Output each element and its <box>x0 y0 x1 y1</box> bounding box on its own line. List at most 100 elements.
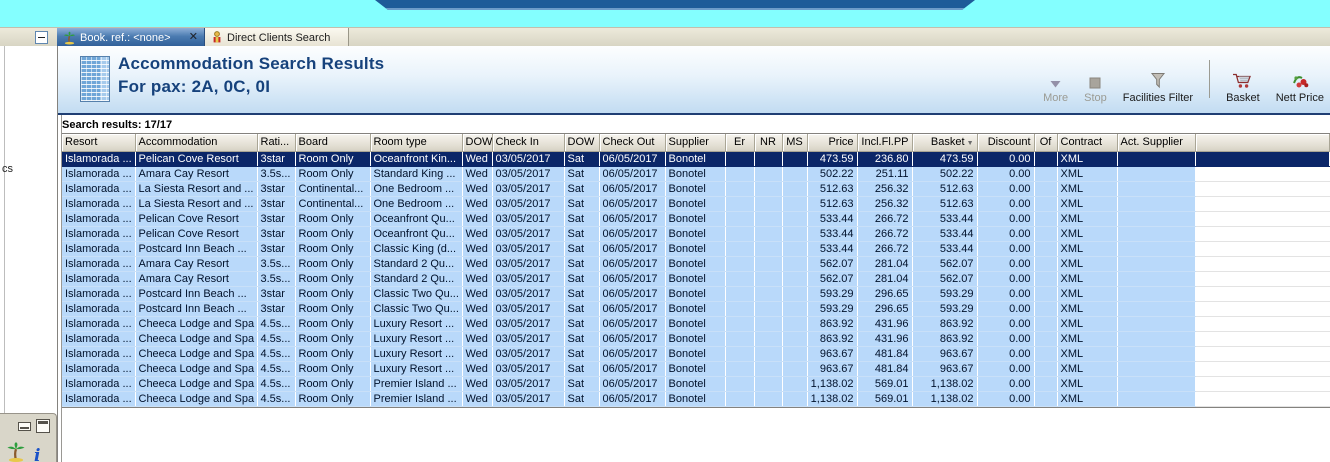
cell-discount: 0.00 <box>977 181 1035 197</box>
more-button[interactable]: More <box>1041 56 1070 104</box>
table-row[interactable]: Islamorada ... Amara Cay Resort 3.5s... Roo… <box>62 166 1330 182</box>
stop-button[interactable]: Stop <box>1082 56 1109 104</box>
table-row[interactable]: Islamorada ... Postcard Inn Beach ... 3sta… <box>62 241 1330 257</box>
cell-filler <box>1195 376 1330 392</box>
table-row[interactable]: Islamorada ... Cheeca Lodge and Spa 4.5s..… <box>62 376 1330 392</box>
column-header-incl_fl_pp[interactable]: Incl.Fl.PP <box>857 134 913 152</box>
column-header-of[interactable]: Of <box>1034 134 1058 152</box>
cell-dow_out: Sat <box>564 316 600 332</box>
column-header-rating[interactable]: Rati... <box>257 134 296 152</box>
cell-contract: XML <box>1057 391 1118 407</box>
sidebar-collapse-button[interactable] <box>35 31 48 44</box>
column-header-basket[interactable]: Basket ▼ <box>912 134 978 152</box>
table-row[interactable]: Islamorada ... Pelican Cove Resort 3star Ro… <box>62 151 1330 167</box>
cell-discount: 0.00 <box>977 256 1035 272</box>
maximize-panel-button[interactable] <box>36 419 50 433</box>
cell-discount: 0.00 <box>977 301 1035 317</box>
tab-booking-ref[interactable]: Book. ref.: <none> ✕ <box>57 28 205 47</box>
info-icon[interactable]: i <box>34 448 40 462</box>
cell-incl_fl_pp: 256.32 <box>857 196 913 212</box>
table-row[interactable]: Islamorada ... Cheeca Lodge and Spa 4.5s..… <box>62 361 1330 377</box>
basket-button[interactable]: Basket <box>1224 56 1262 104</box>
cell-resort: Islamorada ... <box>62 271 136 287</box>
column-header-check_out[interactable]: Check Out <box>599 134 666 152</box>
facilities-filter-button[interactable]: Facilities Filter <box>1121 56 1195 104</box>
column-header-contract[interactable]: Contract <box>1057 134 1118 152</box>
cell-supplier: Bonotel <box>665 361 726 377</box>
table-row[interactable]: Islamorada ... Cheeca Lodge and Spa 4.5s..… <box>62 331 1330 347</box>
table-row[interactable]: Islamorada ... Postcard Inn Beach ... 3sta… <box>62 301 1330 317</box>
cell-filler <box>1195 256 1330 272</box>
table-row[interactable]: Islamorada ... La Siesta Resort and ... 3s… <box>62 196 1330 212</box>
table-row[interactable]: Islamorada ... Pelican Cove Resort 3star Ro… <box>62 226 1330 242</box>
cell-check_in: 03/05/2017 <box>492 301 565 317</box>
table-row[interactable]: Islamorada ... Pelican Cove Resort 3star Ro… <box>62 211 1330 227</box>
table-row[interactable]: Islamorada ... Amara Cay Resort 3.5s... Roo… <box>62 256 1330 272</box>
cell-supplier: Bonotel <box>665 196 726 212</box>
column-header-dow_in[interactable]: DOW <box>462 134 493 152</box>
table-row[interactable]: Islamorada ... Cheeca Lodge and Spa 4.5s..… <box>62 391 1330 407</box>
column-header-room_type[interactable]: Room type <box>370 134 463 152</box>
column-header-dow_out[interactable]: DOW <box>564 134 600 152</box>
cell-incl_fl_pp: 431.96 <box>857 331 913 347</box>
cell-filler <box>1195 301 1330 317</box>
cell-accommodation: Cheeca Lodge and Spa <box>135 391 258 407</box>
cell-filler <box>1195 286 1330 302</box>
cell-price: 512.63 <box>807 181 858 197</box>
column-header-price[interactable]: Price <box>807 134 858 152</box>
column-header-ms[interactable]: MS <box>782 134 808 152</box>
cell-of <box>1034 376 1058 392</box>
table-row[interactable]: Islamorada ... Postcard Inn Beach ... 3sta… <box>62 286 1330 302</box>
cell-check_in: 03/05/2017 <box>492 181 565 197</box>
cell-board: Room Only <box>295 256 371 272</box>
table-row[interactable]: Islamorada ... Cheeca Lodge and Spa 4.5s..… <box>62 316 1330 332</box>
table-row[interactable]: Islamorada ... La Siesta Resort and ... 3s… <box>62 181 1330 197</box>
cell-resort: Islamorada ... <box>62 256 136 272</box>
column-header-act_supplier[interactable]: Act. Supplier <box>1117 134 1196 152</box>
cell-dow_out: Sat <box>564 391 600 407</box>
column-header-board[interactable]: Board <box>295 134 371 152</box>
cell-price: 562.07 <box>807 256 858 272</box>
cell-dow_out: Sat <box>564 211 600 227</box>
cell-dow_in: Wed <box>462 151 493 167</box>
cell-dow_in: Wed <box>462 376 493 392</box>
minimize-panel-button[interactable] <box>18 422 31 431</box>
nett-price-button[interactable]: Nett Price <box>1274 56 1326 104</box>
cell-rating: 3star <box>257 226 296 242</box>
column-header-resort[interactable]: Resort <box>62 134 136 152</box>
cell-of <box>1034 151 1058 167</box>
toolbar-item-label: Facilities Filter <box>1122 92 1194 104</box>
column-header-discount[interactable]: Discount <box>977 134 1035 152</box>
cell-accommodation: Postcard Inn Beach ... <box>135 241 258 257</box>
cell-board: Room Only <box>295 376 371 392</box>
cell-basket: 533.44 <box>912 226 978 242</box>
cell-resort: Islamorada ... <box>62 331 136 347</box>
cell-dow_out: Sat <box>564 286 600 302</box>
cell-check_in: 03/05/2017 <box>492 391 565 407</box>
cell-filler <box>1195 211 1330 227</box>
cell-dow_in: Wed <box>462 271 493 287</box>
cell-nr <box>754 226 783 242</box>
cell-check_in: 03/05/2017 <box>492 376 565 392</box>
cell-room_type: Premier Island ... <box>370 391 463 407</box>
column-header-er[interactable]: Er <box>725 134 755 152</box>
column-header-nr[interactable]: NR <box>754 134 783 152</box>
cell-supplier: Bonotel <box>665 256 726 272</box>
palm-tree-icon[interactable] <box>6 442 26 462</box>
cell-nr <box>754 241 783 257</box>
column-header-accommodation[interactable]: Accommodation <box>135 134 258 152</box>
table-row[interactable]: Islamorada ... Cheeca Lodge and Spa 4.5s..… <box>62 346 1330 362</box>
cell-nr <box>754 211 783 227</box>
cell-act_supplier <box>1117 256 1196 272</box>
table-row[interactable]: Islamorada ... Amara Cay Resort 3.5s... Roo… <box>62 271 1330 287</box>
cell-er <box>725 256 755 272</box>
cell-contract: XML <box>1057 271 1118 287</box>
funnel-icon <box>1150 71 1166 89</box>
column-header-supplier[interactable]: Supplier <box>665 134 726 152</box>
cell-resort: Islamorada ... <box>62 301 136 317</box>
cell-basket: 512.63 <box>912 196 978 212</box>
cell-ms <box>782 361 808 377</box>
close-icon[interactable]: ✕ <box>189 32 198 43</box>
tab-direct-clients-search[interactable]: Direct Clients Search <box>205 28 349 47</box>
column-header-check_in[interactable]: Check In <box>492 134 565 152</box>
